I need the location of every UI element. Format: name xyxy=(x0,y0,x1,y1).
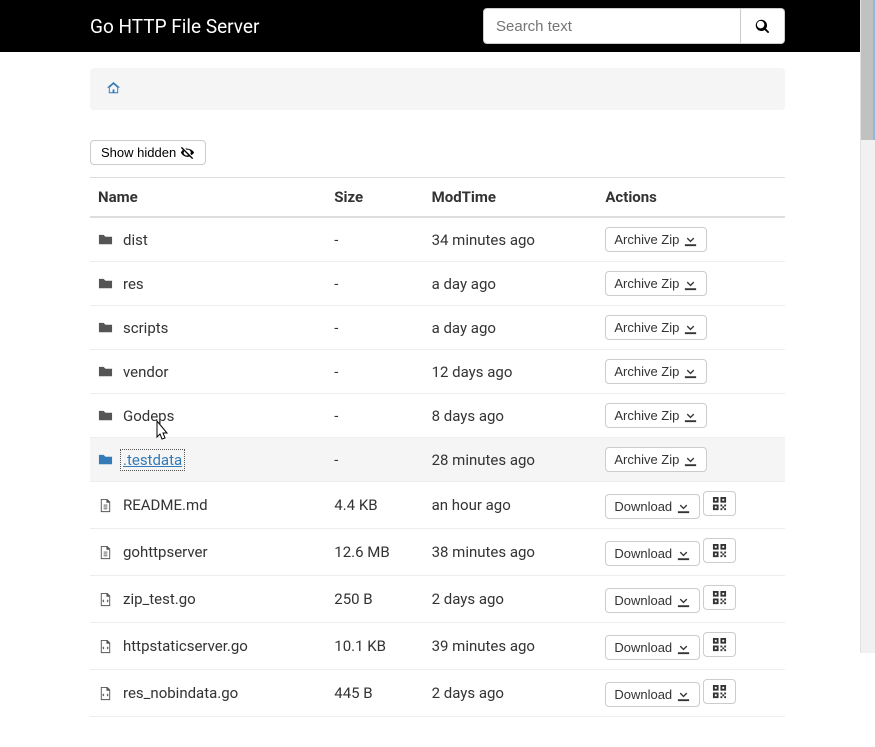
eye-slash-icon xyxy=(180,145,195,160)
file-name-link[interactable]: scripts xyxy=(123,319,168,337)
table-row: README.md 4.4 KB an hour ago Download xyxy=(90,482,785,529)
file-name-link[interactable]: res_nobindata.go xyxy=(123,684,238,702)
size-cell: - xyxy=(326,217,423,262)
code-icon xyxy=(98,590,113,609)
search-button[interactable] xyxy=(741,8,785,44)
folder-icon xyxy=(98,406,113,425)
folder-icon xyxy=(98,450,113,469)
col-header-actions: Actions xyxy=(597,178,785,218)
size-cell: 12.6 MB xyxy=(326,529,423,576)
file-name-link[interactable]: README.md xyxy=(123,496,208,514)
file-name-link[interactable]: vendor xyxy=(123,363,169,381)
archive-zip-button[interactable]: Archive Zip xyxy=(605,359,707,384)
col-header-name[interactable]: Name xyxy=(90,178,326,218)
modtime-cell: 38 minutes ago xyxy=(424,529,598,576)
size-cell: 445 B xyxy=(326,670,423,717)
modtime-cell: 34 minutes ago xyxy=(424,217,598,262)
file-name-link[interactable]: dist xyxy=(123,231,148,249)
modtime-cell: 28 minutes ago xyxy=(424,438,598,482)
table-row: scripts - a day ago Archive Zip xyxy=(90,306,785,350)
table-row: gohttpserver 12.6 MB 38 minutes ago Down… xyxy=(90,529,785,576)
col-header-size[interactable]: Size xyxy=(326,178,423,218)
download-button[interactable]: Download xyxy=(605,682,700,707)
archive-zip-button[interactable]: Archive Zip xyxy=(605,403,707,428)
file-name-link[interactable]: .testdata xyxy=(123,451,185,469)
folder-icon xyxy=(98,362,113,381)
col-header-modtime[interactable]: ModTime xyxy=(424,178,598,218)
table-row: httpstaticserver.go 10.1 KB 39 minutes a… xyxy=(90,623,785,670)
scrollbar-thumb[interactable] xyxy=(861,0,875,140)
size-cell: - xyxy=(326,306,423,350)
archive-zip-button[interactable]: Archive Zip xyxy=(605,227,707,252)
qr-button[interactable] xyxy=(703,585,736,610)
scrollbar[interactable] xyxy=(860,0,875,653)
breadcrumb xyxy=(90,68,785,110)
app-title: Go HTTP File Server xyxy=(90,15,259,38)
modtime-cell: 8 days ago xyxy=(424,394,598,438)
file-name-link[interactable]: res xyxy=(123,275,144,293)
size-cell: - xyxy=(326,262,423,306)
modtime-cell: 12 days ago xyxy=(424,350,598,394)
size-cell: - xyxy=(326,438,423,482)
table-row: res - a day ago Archive Zip xyxy=(90,262,785,306)
home-link[interactable] xyxy=(106,80,121,98)
qr-button[interactable] xyxy=(703,632,736,657)
modtime-cell: 2 days ago xyxy=(424,670,598,717)
code-icon xyxy=(98,684,113,703)
file-name-link[interactable]: Godeps xyxy=(123,407,174,425)
qr-button[interactable] xyxy=(703,491,736,516)
file-table: Name Size ModTime Actions dist - 34 minu… xyxy=(90,177,785,717)
folder-icon xyxy=(98,230,113,249)
modtime-cell: an hour ago xyxy=(424,482,598,529)
file-name-link[interactable]: httpstaticserver.go xyxy=(123,637,248,655)
download-button[interactable]: Download xyxy=(605,635,700,660)
qr-button[interactable] xyxy=(703,538,736,563)
file-icon xyxy=(98,543,113,562)
table-row: Godeps - 8 days ago Archive Zip xyxy=(90,394,785,438)
size-cell: 250 B xyxy=(326,576,423,623)
size-cell: 10.1 KB xyxy=(326,623,423,670)
size-cell: 4.4 KB xyxy=(326,482,423,529)
qr-button[interactable] xyxy=(703,679,736,704)
table-row: .testdata - 28 minutes ago Archive Zip xyxy=(90,438,785,482)
modtime-cell: 2 days ago xyxy=(424,576,598,623)
search-input[interactable] xyxy=(483,8,741,44)
download-button[interactable]: Download xyxy=(605,541,700,566)
search-icon xyxy=(755,19,770,34)
modtime-cell: 39 minutes ago xyxy=(424,623,598,670)
table-row: res_nobindata.go 445 B 2 days ago Downlo… xyxy=(90,670,785,717)
archive-zip-button[interactable]: Archive Zip xyxy=(605,315,707,340)
show-hidden-label: Show hidden xyxy=(101,145,176,160)
size-cell: - xyxy=(326,394,423,438)
modtime-cell: a day ago xyxy=(424,262,598,306)
file-name-link[interactable]: zip_test.go xyxy=(123,590,196,608)
archive-zip-button[interactable]: Archive Zip xyxy=(605,271,707,296)
download-button[interactable]: Download xyxy=(605,588,700,613)
folder-icon xyxy=(98,274,113,293)
home-icon xyxy=(106,81,121,96)
table-row: vendor - 12 days ago Archive Zip xyxy=(90,350,785,394)
show-hidden-button[interactable]: Show hidden xyxy=(90,140,206,165)
download-button[interactable]: Download xyxy=(605,494,700,519)
archive-zip-button[interactable]: Archive Zip xyxy=(605,447,707,472)
file-name-link[interactable]: gohttpserver xyxy=(123,543,208,561)
file-icon xyxy=(98,496,113,515)
modtime-cell: a day ago xyxy=(424,306,598,350)
size-cell: - xyxy=(326,350,423,394)
table-row: dist - 34 minutes ago Archive Zip xyxy=(90,217,785,262)
folder-icon xyxy=(98,318,113,337)
table-row: zip_test.go 250 B 2 days ago Download xyxy=(90,576,785,623)
